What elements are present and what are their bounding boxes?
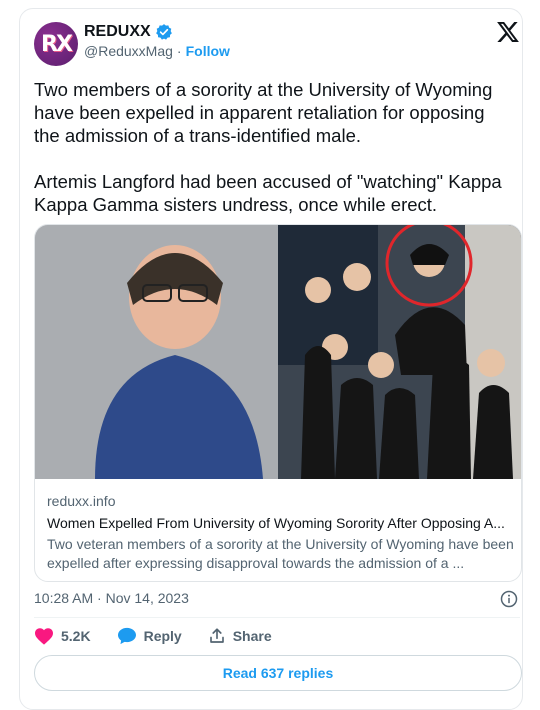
read-replies-button[interactable]: Read 637 replies <box>34 655 522 691</box>
article-image <box>35 225 521 479</box>
follow-button[interactable]: Follow <box>186 43 230 59</box>
tweet-paragraph-2: Artemis Langford had been accused of "wa… <box>34 171 502 215</box>
info-icon[interactable] <box>500 590 518 608</box>
display-name[interactable]: REDUXX <box>84 23 151 41</box>
divider <box>34 617 520 618</box>
link-preview-card[interactable]: reduxx.info Women Expelled From Universi… <box>34 224 522 582</box>
share-button[interactable]: Share <box>208 627 272 645</box>
handle[interactable]: @ReduxxMag <box>84 43 173 59</box>
link-domain: reduxx.info <box>47 493 116 509</box>
heart-icon <box>35 628 53 645</box>
x-logo-icon[interactable] <box>497 22 519 42</box>
like-count: 5.2K <box>61 628 91 644</box>
link-title[interactable]: Women Expelled From University of Wyomin… <box>47 515 512 531</box>
action-bar: 5.2K Reply Share <box>34 626 272 646</box>
avatar-logo-text: RX <box>41 31 73 57</box>
reply-label: Reply <box>143 628 182 644</box>
handle-row: @ReduxxMag · Follow <box>84 43 230 59</box>
like-button[interactable]: 5.2K <box>34 627 91 645</box>
tweet-text: Two members of a sorority at the Univers… <box>34 78 514 216</box>
separator: · <box>176 43 182 59</box>
verified-badge-icon <box>155 24 172 40</box>
name-row: REDUXX <box>84 23 173 41</box>
reply-button[interactable]: Reply <box>117 627 182 645</box>
tweet-paragraph-1: Two members of a sorority at the Univers… <box>34 79 493 146</box>
avatar[interactable]: RX <box>34 22 78 66</box>
link-description: Two veteran members of a sorority at the… <box>47 536 514 571</box>
share-icon <box>209 628 224 643</box>
reply-bubble-icon <box>117 627 136 645</box>
timestamp[interactable]: 10:28 AM · Nov 14, 2023 <box>34 590 189 606</box>
share-label: Share <box>232 628 272 644</box>
